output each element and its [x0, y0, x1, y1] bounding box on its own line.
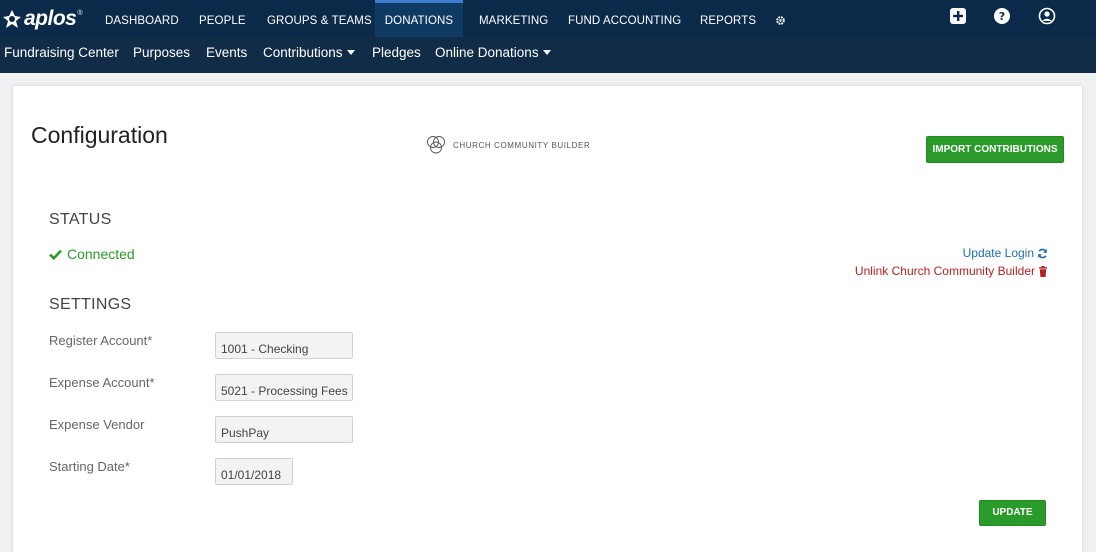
nav-reports[interactable]: REPORTS — [700, 0, 756, 37]
chevron-down-icon — [346, 50, 355, 55]
subnav-events[interactable]: Events — [206, 37, 247, 73]
configuration-card: Configuration CHURCH COMMUNITY BUILDER I… — [13, 86, 1082, 552]
page-title: Configuration — [31, 122, 168, 148]
ccb-rings-icon — [427, 136, 445, 154]
subnav-pledges[interactable]: Pledges — [372, 37, 421, 73]
status-value: Connected — [67, 246, 135, 262]
register-account-field[interactable]: 1001 - Checking — [215, 332, 353, 359]
expense-account-field[interactable]: 5021 - Processing Fees — [215, 374, 353, 401]
subnav-purposes[interactable]: Purposes — [133, 37, 190, 73]
gear-icon[interactable] — [775, 15, 786, 26]
sub-nav: Fundraising Center Purposes Events Contr… — [0, 37, 1096, 73]
ccb-logo-text: CHURCH COMMUNITY BUILDER — [453, 140, 591, 150]
nav-dashboard[interactable]: DASHBOARD — [105, 0, 179, 37]
subnav-fundraising-center[interactable]: Fundraising Center — [4, 37, 119, 73]
subnav-contributions-label: Contributions — [263, 45, 343, 60]
register-account-label: Register Account* — [49, 333, 153, 348]
refresh-icon — [1038, 248, 1047, 258]
check-icon — [49, 249, 62, 260]
nav-donations[interactable]: DONATIONS — [375, 0, 463, 37]
connection-status: Connected — [49, 246, 135, 262]
aplos-logo[interactable]: aplos ® — [2, 7, 83, 31]
update-button[interactable]: UPDATE — [979, 500, 1046, 526]
church-community-builder-logo: CHURCH COMMUNITY BUILDER — [425, 135, 590, 155]
unlink-ccb-link[interactable]: Unlink Church Community Builder — [855, 264, 1048, 278]
import-contributions-button[interactable]: IMPORT CONTRIBUTIONS — [926, 136, 1064, 163]
update-login-link[interactable]: Update Login — [963, 246, 1048, 260]
svg-text:?: ? — [999, 10, 1005, 23]
status-heading: STATUS — [49, 211, 112, 228]
starting-date-field[interactable]: 01/01/2018 — [215, 458, 293, 485]
nav-groups-teams[interactable]: GROUPS & TEAMS — [267, 0, 372, 37]
unlink-label: Unlink Church Community Builder — [854, 264, 1035, 278]
expense-account-label: Expense Account* — [49, 375, 155, 390]
aplos-logo-icon — [3, 10, 21, 28]
trash-icon — [1039, 265, 1047, 277]
update-login-label: Update Login — [962, 246, 1034, 260]
expense-vendor-field[interactable]: PushPay — [215, 416, 353, 443]
registered-mark: ® — [77, 9, 83, 17]
nav-marketing[interactable]: MARKETING — [479, 0, 548, 37]
chevron-down-icon — [542, 50, 551, 55]
subnav-online-donations[interactable]: Online Donations — [435, 37, 551, 73]
top-nav: aplos ® DASHBOARD PEOPLE GROUPS & TEAMS … — [0, 0, 1096, 37]
add-icon[interactable] — [949, 7, 967, 25]
nav-people[interactable]: PEOPLE — [199, 0, 246, 37]
user-account-icon[interactable] — [1038, 7, 1056, 25]
nav-fund-accounting[interactable]: FUND ACCOUNTING — [568, 0, 681, 37]
settings-heading: SETTINGS — [49, 296, 132, 313]
subnav-online-donations-label: Online Donations — [435, 45, 539, 60]
help-icon[interactable]: ? — [993, 7, 1011, 25]
expense-vendor-label: Expense Vendor — [49, 417, 145, 432]
subnav-contributions[interactable]: Contributions — [263, 37, 355, 73]
starting-date-label: Starting Date* — [49, 459, 130, 474]
brand-name: aplos — [24, 7, 77, 30]
